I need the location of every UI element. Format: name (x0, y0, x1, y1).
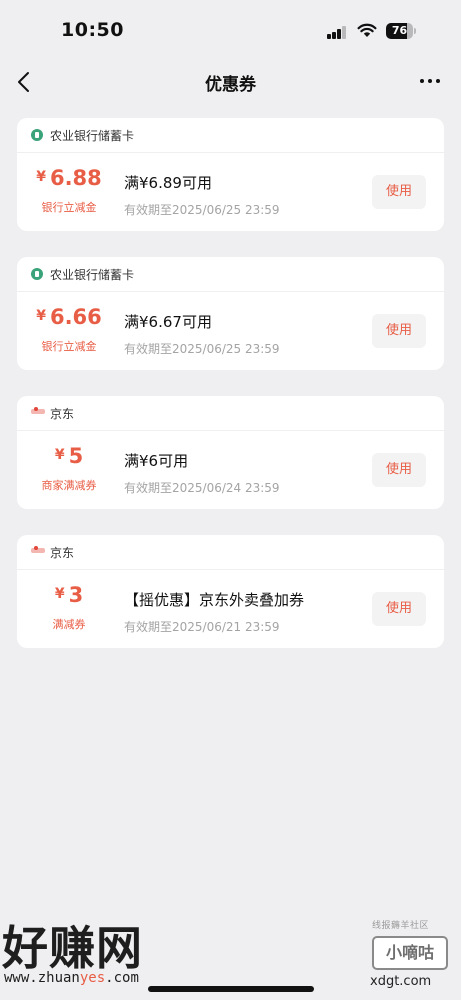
jd-logo-icon (31, 546, 45, 555)
battery-icon: 76 (386, 23, 416, 39)
bank-icon (31, 268, 43, 280)
issuer-name: 农业银行储蓄卡 (50, 268, 135, 282)
coupon-name: 满¥6可用 (124, 452, 189, 470)
watermark-small-text: 线报薅羊社区 (372, 921, 430, 931)
coupon-type: 银行立减金 (41, 340, 97, 353)
coupon-value: ¥6.66 银行立减金 (17, 291, 121, 370)
watermark-domain: www.zhuanyes.com (4, 970, 139, 986)
amount-value: 5 (68, 444, 84, 468)
coupon-name: 满¥6.67可用 (124, 313, 212, 331)
coupon-type: 银行立减金 (41, 201, 97, 214)
nav-bar: 优惠券 (0, 64, 461, 100)
use-button[interactable]: 使用 (372, 453, 426, 487)
coupon-amount: ¥6.88 (17, 166, 121, 190)
bank-icon (31, 129, 43, 141)
coupon-card: 京东 ¥5 商家满减券 满¥6可用 有效期至2025/06/24 23:59 使… (17, 396, 444, 509)
currency-symbol: ¥ (36, 308, 46, 324)
cellular-signal-icon (327, 26, 347, 39)
coupon-card: 京东 ¥3 满减券 【摇优惠】京东外卖叠加券 有效期至2025/06/21 23… (17, 535, 444, 648)
watermark-box-text: 小嘀咕 (372, 936, 448, 970)
coupon-name: 满¥6.89可用 (124, 174, 212, 192)
watermark-url: xdgt.com (370, 974, 432, 989)
coupon-type: 满减券 (52, 618, 86, 631)
card-header: 农业银行储蓄卡 (17, 118, 444, 153)
coupon-value: ¥3 满减券 (17, 569, 121, 648)
coupon-amount: ¥6.66 (17, 305, 121, 329)
jd-logo-icon (31, 407, 45, 416)
watermark-brand: 好赚网 www.zhuanyes.com (2, 912, 192, 992)
wifi-icon (357, 23, 377, 37)
card-header: 京东 (17, 396, 444, 431)
coupon-amount: ¥3 (17, 583, 121, 607)
issuer-name: 农业银行储蓄卡 (50, 129, 135, 143)
page-title: 优惠券 (205, 75, 256, 95)
card-header: 京东 (17, 535, 444, 570)
coupon-name: 【摇优惠】京东外卖叠加券 (124, 591, 305, 609)
amount-value: 3 (68, 583, 84, 607)
coupon-amount: ¥5 (17, 444, 121, 468)
battery-level: 76 (391, 24, 408, 37)
status-time: 10:50 (61, 19, 124, 41)
currency-symbol: ¥ (54, 586, 65, 602)
card-header: 农业银行储蓄卡 (17, 257, 444, 292)
coupon-list: 农业银行储蓄卡 ¥6.88 银行立减金 满¥6.89可用 有效期至2025/06… (17, 118, 444, 674)
more-dots-icon[interactable] (417, 74, 443, 88)
currency-symbol: ¥ (36, 169, 46, 185)
home-indicator[interactable] (148, 986, 314, 992)
coupon-expiry: 有效期至2025/06/21 23:59 (124, 620, 280, 634)
status-bar: 10:50 76 (0, 0, 461, 64)
coupon-card: 农业银行储蓄卡 ¥6.88 银行立减金 满¥6.89可用 有效期至2025/06… (17, 118, 444, 231)
issuer-name: 京东 (50, 546, 75, 560)
watermark-brand-text: 好赚网 (2, 921, 143, 975)
use-button[interactable]: 使用 (372, 592, 426, 626)
coupon-value: ¥6.88 银行立减金 (17, 152, 121, 231)
amount-value: 6.88 (49, 166, 102, 190)
coupon-type: 商家满减券 (41, 479, 97, 492)
coupon-value: ¥5 商家满减券 (17, 430, 121, 509)
coupon-expiry: 有效期至2025/06/25 23:59 (124, 342, 280, 356)
issuer-name: 京东 (50, 407, 75, 421)
amount-value: 6.66 (49, 305, 102, 329)
currency-symbol: ¥ (54, 447, 65, 463)
coupon-expiry: 有效期至2025/06/24 23:59 (124, 481, 280, 495)
use-button[interactable]: 使用 (372, 175, 426, 209)
use-button[interactable]: 使用 (372, 314, 426, 348)
coupon-expiry: 有效期至2025/06/25 23:59 (124, 203, 280, 217)
watermark-badge: 线报薅羊社区 小嘀咕 xdgt.com (366, 918, 456, 994)
coupon-card: 农业银行储蓄卡 ¥6.66 银行立减金 满¥6.67可用 有效期至2025/06… (17, 257, 444, 370)
